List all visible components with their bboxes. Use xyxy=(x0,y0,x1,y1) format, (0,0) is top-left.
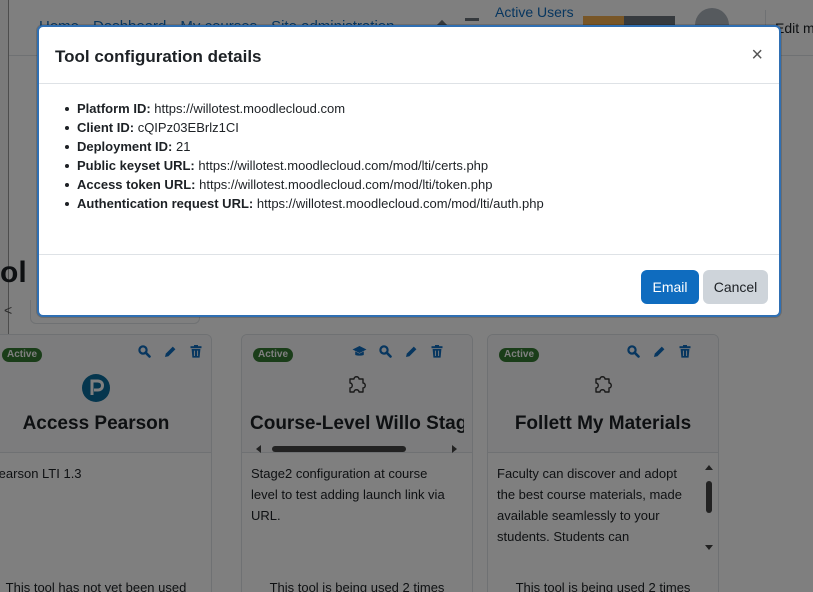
detail-deployment-id: Deployment ID: 21 xyxy=(65,137,779,156)
detail-access-token-url: Access token URL: https://willotest.mood… xyxy=(65,175,779,194)
modal-body: Platform ID: https://willotest.moodleclo… xyxy=(39,85,779,253)
detail-authentication-request-url: Authentication request URL: https://will… xyxy=(65,194,779,213)
detail-public-keyset-url: Public keyset URL: https://willotest.moo… xyxy=(65,156,779,175)
detail-client-id: Client ID: cQIPz03EBrlz1CI xyxy=(65,118,779,137)
modal-footer: Email Cancel xyxy=(39,254,779,315)
tool-configuration-modal: Tool configuration details × Platform ID… xyxy=(37,25,781,317)
detail-platform-id: Platform ID: https://willotest.moodleclo… xyxy=(65,99,779,118)
modal-header: Tool configuration details × xyxy=(39,27,779,84)
email-button[interactable]: Email xyxy=(641,270,699,304)
modal-title: Tool configuration details xyxy=(55,47,262,66)
configuration-details-list: Platform ID: https://willotest.moodleclo… xyxy=(65,99,779,213)
cancel-button[interactable]: Cancel xyxy=(703,270,768,304)
close-icon[interactable]: × xyxy=(751,45,763,65)
